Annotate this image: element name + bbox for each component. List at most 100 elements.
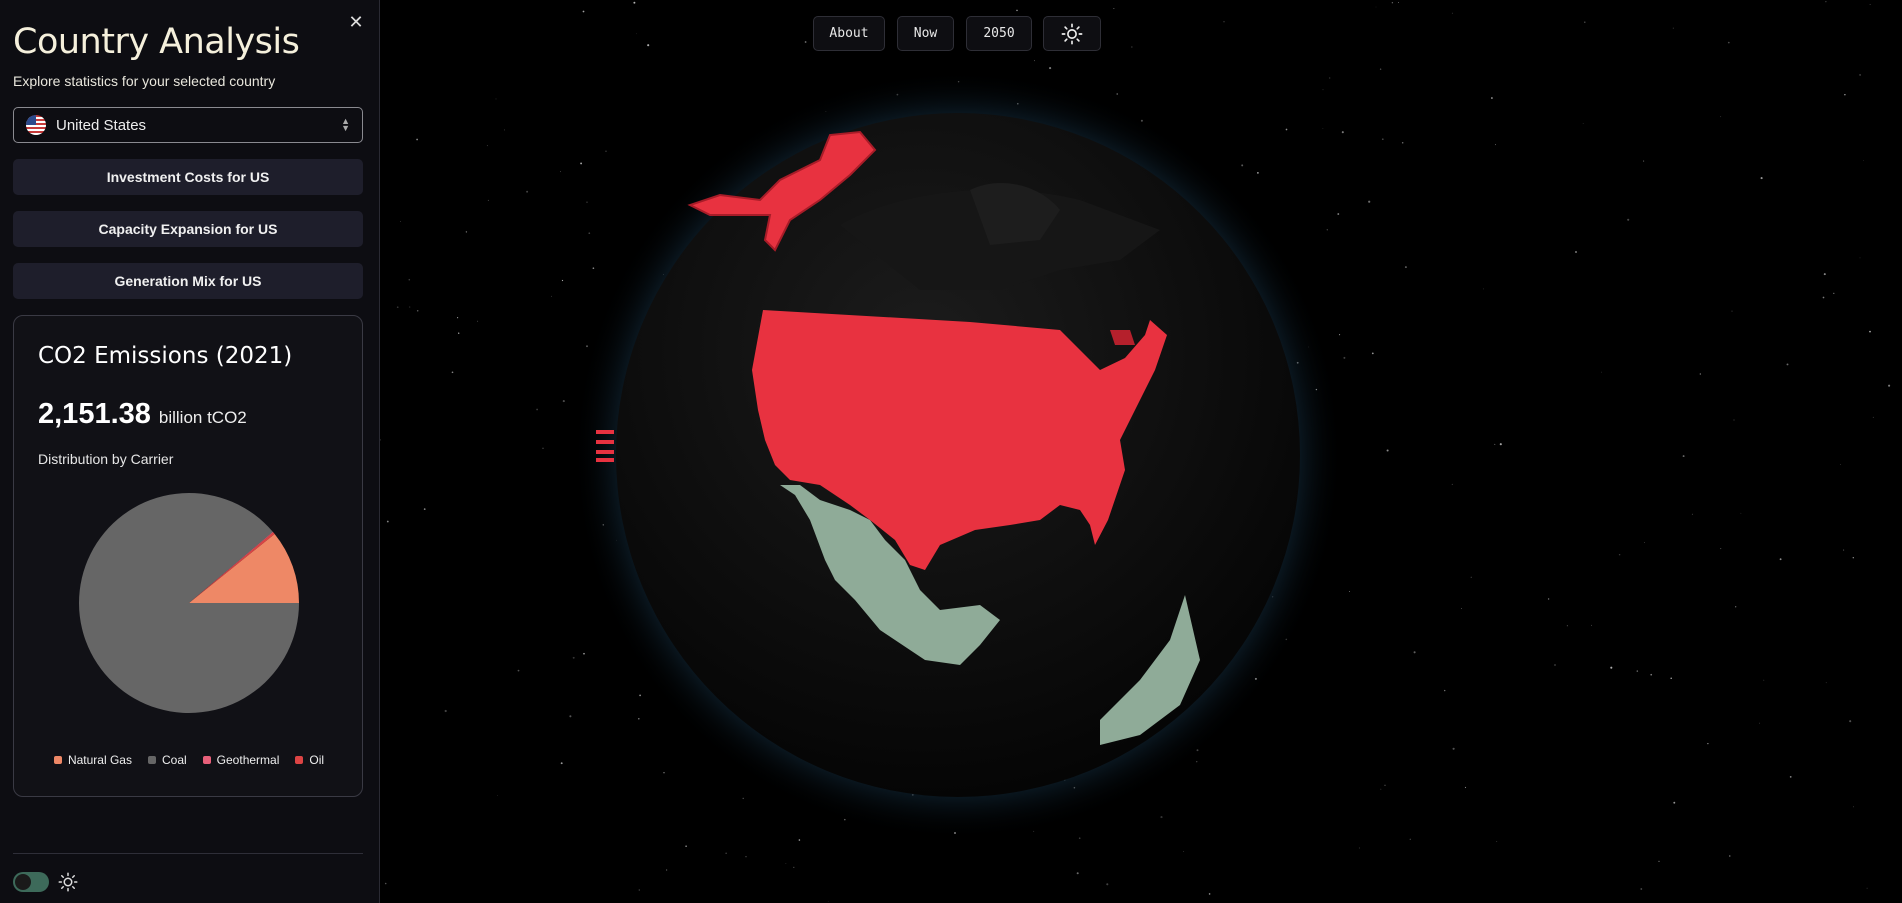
star: [551, 295, 552, 297]
legend-item-geothermal[interactable]: Geothermal: [202, 753, 280, 767]
star: [1833, 292, 1835, 295]
star: [465, 231, 468, 233]
star: [386, 520, 389, 523]
theme-toggle-button[interactable]: [1043, 16, 1101, 51]
star: [1591, 624, 1592, 626]
star: [1285, 128, 1288, 131]
generation-mix-button[interactable]: Generation Mix for US: [13, 263, 363, 299]
star: [1337, 213, 1340, 215]
star: [451, 371, 454, 374]
legend-item-natural-gas[interactable]: Natural Gas: [53, 753, 132, 767]
emissions-unit: billion tCO2: [158, 408, 247, 427]
star: [1241, 164, 1244, 167]
legend-item-oil[interactable]: Oil: [295, 753, 324, 767]
star: [1566, 625, 1568, 627]
legend-item-coal[interactable]: Coal: [147, 753, 187, 767]
star: [1643, 160, 1645, 162]
legend-label: Geothermal: [216, 753, 280, 767]
page-subtitle: Explore statistics for your selected cou…: [13, 73, 276, 89]
close-icon[interactable]: ✕: [346, 12, 366, 32]
sidebar: ✕ Country Analysis Explore statistics fo…: [0, 0, 380, 903]
star: [638, 889, 640, 891]
co2-emissions-card: CO2 Emissions (2021) 2,151.38 billion tC…: [13, 315, 363, 797]
star: [1379, 68, 1382, 70]
year-2050-button[interactable]: 2050: [966, 16, 1032, 51]
star: [798, 839, 801, 841]
toggle-switch[interactable]: [13, 872, 49, 892]
star: [582, 10, 585, 13]
star: [1859, 257, 1861, 259]
star: [1482, 288, 1484, 290]
star: [1160, 816, 1163, 819]
star: [1720, 548, 1722, 550]
star: [1034, 60, 1035, 62]
star: [1849, 720, 1852, 723]
star: [1584, 21, 1586, 23]
star: [1735, 606, 1737, 608]
legend-swatch: [53, 756, 62, 764]
star: [458, 332, 460, 334]
sun-icon[interactable]: [58, 872, 78, 892]
star: [1863, 160, 1864, 161]
star: [416, 309, 419, 312]
globe-canvas[interactable]: [380, 0, 1902, 903]
star: [1398, 2, 1399, 4]
star: [1452, 747, 1455, 750]
card-title: CO2 Emissions (2021): [38, 343, 293, 369]
star: [1872, 416, 1874, 418]
star: [827, 901, 829, 903]
capacity-expansion-button[interactable]: Capacity Expansion for US: [13, 211, 363, 247]
star: [1499, 443, 1502, 446]
now-button[interactable]: Now: [897, 16, 954, 51]
star: [1673, 801, 1676, 804]
star: [1640, 888, 1643, 890]
star: [487, 199, 489, 201]
star: [1380, 788, 1382, 790]
country-select[interactable]: United States ▲ ▼: [13, 107, 363, 143]
star: [562, 400, 565, 403]
star: [1116, 93, 1118, 95]
investment-costs-button[interactable]: Investment Costs for US: [13, 159, 363, 195]
star: [1575, 251, 1577, 253]
star: [1733, 419, 1735, 421]
star: [1731, 310, 1733, 312]
star: [1779, 558, 1782, 561]
us-flag-icon: [26, 115, 46, 135]
star: [666, 869, 668, 871]
star: [580, 162, 583, 165]
star: [1670, 677, 1672, 679]
star: [380, 439, 381, 441]
star: [1322, 128, 1324, 130]
star: [457, 317, 459, 319]
star: [1720, 116, 1722, 118]
star: [1339, 334, 1341, 336]
star: [444, 709, 447, 713]
star: [1853, 806, 1854, 808]
star: [1852, 557, 1854, 559]
star: [1451, 12, 1453, 14]
about-button[interactable]: About: [813, 16, 885, 51]
star: [1444, 689, 1446, 692]
legend-swatch: [295, 756, 304, 764]
star: [1699, 373, 1701, 375]
star: [569, 715, 572, 718]
star: [1131, 46, 1133, 48]
star: [647, 44, 650, 47]
star: [396, 306, 399, 309]
star: [384, 882, 387, 885]
star: [561, 279, 564, 282]
divider: [13, 853, 363, 854]
legend-swatch: [147, 756, 156, 764]
star: [1049, 67, 1052, 70]
star: [1691, 513, 1693, 515]
star: [1326, 229, 1328, 231]
star: [1547, 598, 1550, 600]
star: [1859, 73, 1862, 76]
star: [400, 221, 401, 222]
star: [1371, 352, 1374, 355]
star: [1401, 141, 1404, 144]
star: [1384, 784, 1386, 786]
star: [559, 171, 562, 173]
star: [1223, 21, 1225, 23]
star: [1844, 94, 1846, 96]
